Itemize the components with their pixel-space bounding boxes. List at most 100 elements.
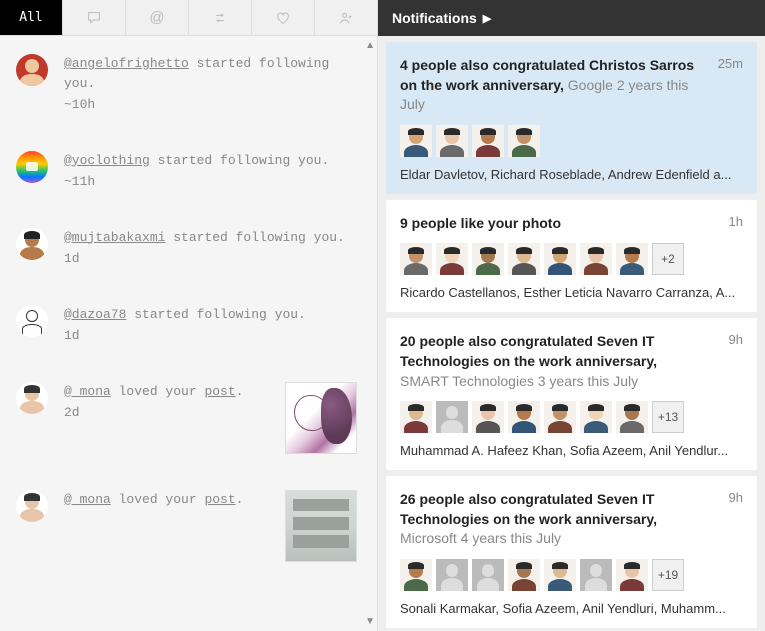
avatar[interactable] [436, 559, 468, 591]
feed-body: @_mona loved your post. [64, 490, 277, 562]
avatar-row [400, 125, 743, 157]
username-link[interactable]: @angelofrighetto [64, 56, 189, 71]
more-count[interactable]: +2 [652, 243, 684, 275]
avatar[interactable] [16, 490, 48, 522]
activity-feed[interactable]: @angelofrighetto started following you.~… [0, 36, 377, 631]
avatar[interactable] [580, 401, 612, 433]
avatar[interactable] [436, 125, 468, 157]
avatar-row: +19 [400, 559, 743, 591]
feed-body: @yoclothing started following you.~11h [64, 151, 357, 192]
feed-body: @_mona loved your post.2d [64, 382, 277, 454]
scroll-down-icon[interactable]: ▼ [365, 616, 375, 627]
more-count[interactable]: +13 [652, 401, 684, 433]
post-thumbnail[interactable] [285, 490, 357, 562]
notification-card[interactable]: 9h20 people also congratulated Seven IT … [386, 318, 757, 470]
at-icon: @ [149, 9, 164, 26]
timestamp: 9h [729, 332, 743, 347]
avatar[interactable] [508, 243, 540, 275]
username-link[interactable]: @yoclothing [64, 153, 150, 168]
caret-right-icon: ▶ [483, 12, 491, 25]
avatar[interactable] [508, 559, 540, 591]
avatar[interactable] [508, 401, 540, 433]
timestamp: ~11h [64, 172, 357, 192]
tab-reblogs[interactable] [189, 0, 252, 35]
avatar[interactable] [16, 305, 48, 337]
names-line: Muhammad A. Hafeez Khan, Sofia Azeem, An… [400, 443, 743, 458]
username-link[interactable]: @_mona [64, 492, 111, 507]
post-thumbnail[interactable] [285, 382, 357, 454]
avatar[interactable] [472, 243, 504, 275]
more-count[interactable]: +19 [652, 559, 684, 591]
feed-item[interactable]: @_mona loved your post. [0, 472, 377, 580]
notification-card[interactable]: 1h9 people like your photo +2 Ricardo Cast… [386, 200, 757, 313]
timestamp: 9h [729, 490, 743, 505]
notification-card[interactable]: 9h26 people also congratulated Seven IT … [386, 476, 757, 628]
tab-replies[interactable] [63, 0, 126, 35]
avatar[interactable] [616, 559, 648, 591]
tab-likes[interactable] [252, 0, 315, 35]
avatar[interactable] [400, 243, 432, 275]
notification-title: 9 people like your photo [400, 214, 743, 234]
avatar[interactable] [616, 401, 648, 433]
post-link[interactable]: post [204, 384, 235, 399]
notification-card[interactable]: 25m4 people also congratulated Christos … [386, 42, 757, 194]
notifications-header[interactable]: Notifications ▶ [378, 0, 765, 36]
avatar[interactable] [400, 559, 432, 591]
avatar[interactable] [544, 401, 576, 433]
avatar[interactable] [16, 151, 48, 183]
feed-item[interactable]: @_mona loved your post.2d [0, 364, 377, 472]
avatar[interactable] [472, 559, 504, 591]
scroll-up-icon[interactable]: ▲ [365, 40, 375, 51]
timestamp: ~10h [64, 95, 357, 115]
post-link[interactable]: post [204, 492, 235, 507]
right-panel: Notifications ▶ 25m4 people also congrat… [378, 0, 765, 631]
avatar[interactable] [544, 559, 576, 591]
avatar[interactable] [16, 382, 48, 414]
timestamp: 1d [64, 326, 357, 346]
avatar[interactable] [580, 559, 612, 591]
avatar[interactable] [544, 243, 576, 275]
avatar[interactable] [16, 228, 48, 260]
notification-title: 26 people also congratulated Seven IT Te… [400, 490, 743, 549]
avatar[interactable] [580, 243, 612, 275]
feed-body: @mujtabakaxmi started following you.1d [64, 228, 357, 269]
tab-bar: All @ [0, 0, 377, 36]
avatar[interactable] [508, 125, 540, 157]
avatar-row: +2 [400, 243, 743, 275]
avatar[interactable] [472, 125, 504, 157]
avatar[interactable] [472, 401, 504, 433]
speech-bubble-icon [86, 10, 102, 26]
tab-all[interactable]: All [0, 0, 63, 35]
username-link[interactable]: @mujtabakaxmi [64, 230, 165, 245]
avatar[interactable] [616, 243, 648, 275]
left-panel: All @ @angelofrighetto started following… [0, 0, 378, 631]
timestamp: 1h [729, 214, 743, 229]
username-link[interactable]: @_mona [64, 384, 111, 399]
avatar-row: +13 [400, 401, 743, 433]
feed-body: @dazoa78 started following you.1d [64, 305, 357, 346]
notification-title: 4 people also congratulated Christos Sar… [400, 56, 743, 115]
notifications-list[interactable]: 25m4 people also congratulated Christos … [378, 36, 765, 631]
names-line: Eldar Davletov, Richard Roseblade, Andre… [400, 167, 743, 182]
names-line: Sonali Karmakar, Sofia Azeem, Anil Yendl… [400, 601, 743, 616]
avatar[interactable] [16, 54, 48, 86]
add-user-icon [338, 10, 354, 26]
timestamp: 1d [64, 249, 357, 269]
tab-mentions[interactable]: @ [126, 0, 189, 35]
notification-title: 20 people also congratulated Seven IT Te… [400, 332, 743, 391]
feed-item[interactable]: @yoclothing started following you.~11h [0, 133, 377, 210]
feed-item[interactable]: @mujtabakaxmi started following you.1d [0, 210, 377, 287]
timestamp: 25m [718, 56, 743, 71]
feed-item[interactable]: @angelofrighetto started following you.~… [0, 36, 377, 133]
username-link[interactable]: @dazoa78 [64, 307, 126, 322]
feed-item[interactable]: @dazoa78 started following you.1d [0, 287, 377, 364]
heart-icon [275, 10, 291, 26]
tab-follows[interactable] [315, 0, 377, 35]
avatar[interactable] [400, 401, 432, 433]
reblog-icon [212, 10, 228, 26]
avatar[interactable] [400, 125, 432, 157]
names-line: Ricardo Castellanos, Esther Leticia Nava… [400, 285, 743, 300]
avatar[interactable] [436, 243, 468, 275]
avatar[interactable] [436, 401, 468, 433]
notifications-title: Notifications [392, 10, 477, 26]
